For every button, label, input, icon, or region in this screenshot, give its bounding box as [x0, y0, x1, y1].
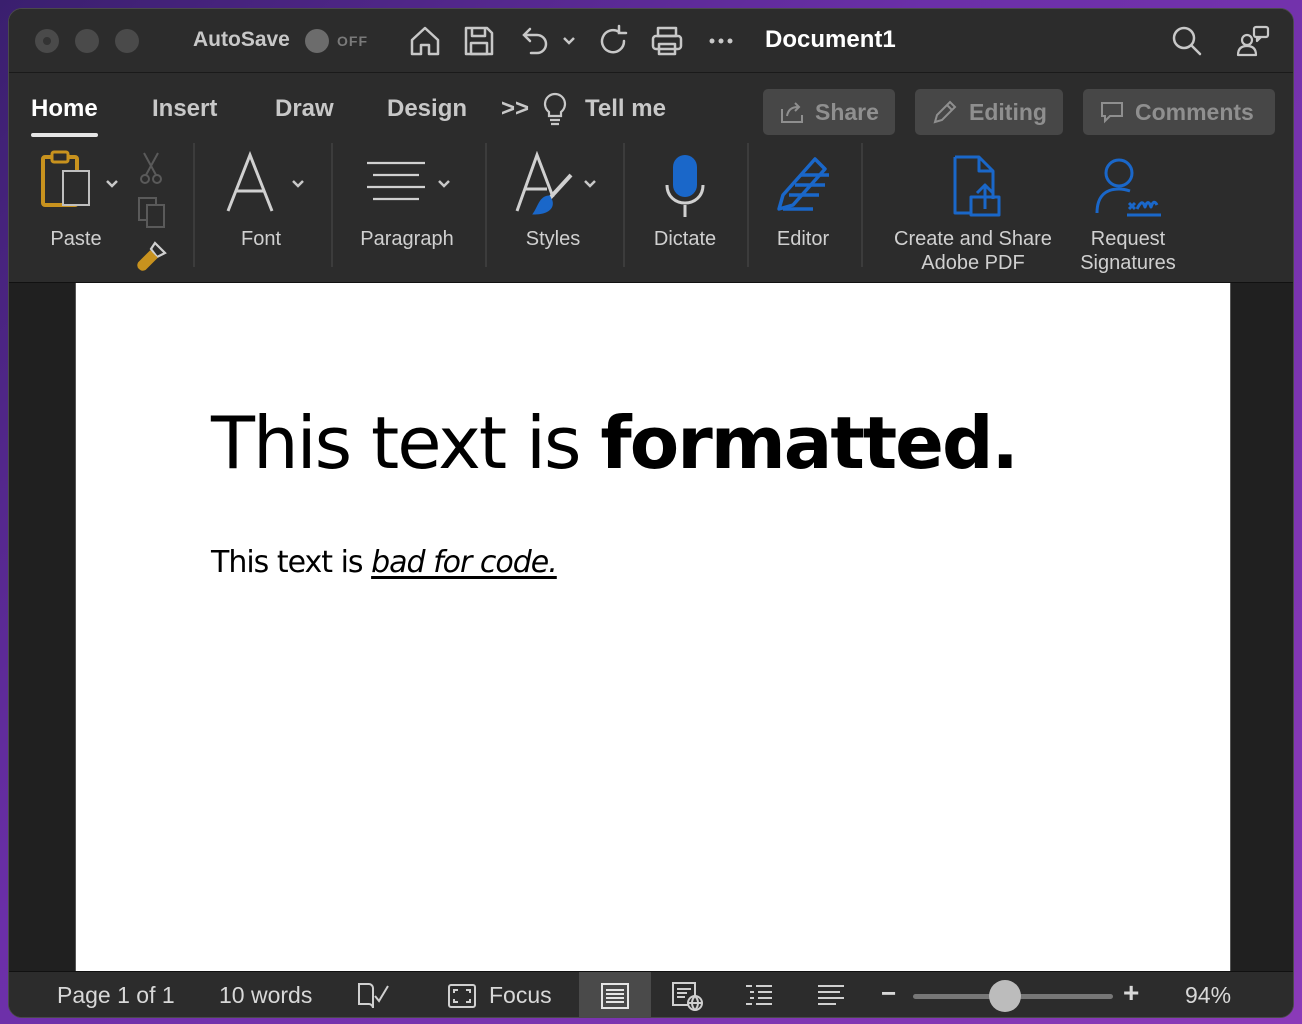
toggle-knob: [305, 29, 329, 53]
share-button[interactable]: Share: [763, 89, 895, 135]
undo-dropdown-chevron-icon[interactable]: [559, 23, 579, 59]
save-icon[interactable]: [461, 23, 497, 59]
undo-icon[interactable]: [515, 23, 551, 59]
ribbon-divider: [747, 143, 749, 267]
share-icon: [781, 102, 803, 123]
print-icon[interactable]: [649, 23, 685, 59]
proofing-book-icon[interactable]: [357, 980, 391, 1012]
heading-text[interactable]: This text is formatted.: [211, 401, 1019, 485]
format-painter-icon[interactable]: [135, 239, 171, 273]
ribbon-divider: [485, 143, 487, 267]
search-icon[interactable]: [1169, 23, 1205, 59]
close-window-button[interactable]: [35, 29, 59, 53]
editor-pen-icon[interactable]: [771, 151, 837, 217]
dictate-label[interactable]: Dictate: [639, 227, 731, 251]
request-signatures-label-2[interactable]: Signatures: [1069, 251, 1187, 275]
ribbon-divider: [193, 143, 195, 267]
copy-icon[interactable]: [135, 195, 169, 229]
styles-label[interactable]: Styles: [513, 227, 593, 251]
word-window: AutoSave OFF Document1 Home Insert Draw …: [8, 8, 1294, 1018]
autosave-state: OFF: [337, 33, 368, 49]
web-layout-view-button[interactable]: [651, 972, 723, 1017]
tell-me-search[interactable]: Tell me: [585, 95, 666, 123]
title-bar: AutoSave OFF Document1: [9, 9, 1293, 73]
create-share-pdf-label-2[interactable]: Adobe PDF: [877, 251, 1069, 275]
paste-clipboard-icon[interactable]: [39, 149, 99, 211]
home-icon[interactable]: [407, 23, 443, 59]
print-layout-view-button[interactable]: [579, 972, 651, 1017]
tab-home[interactable]: Home: [31, 95, 98, 137]
redo-icon[interactable]: [595, 23, 631, 59]
adobe-pdf-share-icon[interactable]: [949, 153, 1005, 219]
request-signatures-icon[interactable]: [1093, 153, 1163, 219]
lightbulb-icon: [541, 91, 569, 127]
document-page[interactable]: This text is formatted. This text is bad…: [75, 283, 1231, 983]
styles-brush-icon[interactable]: [513, 150, 577, 221]
body-paragraph[interactable]: This text is bad for code.: [211, 545, 558, 580]
home-ribbon: Paste Font Paragraph Styles Dictate Edit…: [9, 137, 1293, 283]
focus-icon[interactable]: [447, 982, 477, 1010]
tab-design[interactable]: Design: [387, 95, 467, 123]
page-count[interactable]: Page 1 of 1: [57, 982, 175, 1009]
comments-label: Comments: [1135, 98, 1254, 125]
ribbon-divider: [331, 143, 333, 267]
heading-plain[interactable]: This text is: [211, 401, 600, 485]
focus-label[interactable]: Focus: [489, 982, 552, 1009]
minimize-window-button[interactable]: [75, 29, 99, 53]
account-icon[interactable]: [1235, 23, 1271, 59]
zoom-in-button[interactable]: +: [1123, 977, 1139, 1009]
request-signatures-label-1[interactable]: Request: [1069, 227, 1187, 251]
more-options-icon[interactable]: [703, 23, 739, 59]
editing-mode-button[interactable]: Editing: [915, 89, 1063, 135]
paragraph-label[interactable]: Paragraph: [349, 227, 465, 251]
zoom-percentage[interactable]: 94%: [1185, 982, 1231, 1009]
font-label[interactable]: Font: [221, 227, 301, 251]
cut-scissors-icon[interactable]: [137, 151, 165, 185]
paste-options-chevron-icon[interactable]: [103, 175, 121, 193]
word-count[interactable]: 10 words: [219, 982, 312, 1009]
zoom-slider-knob[interactable]: [989, 980, 1021, 1012]
microphone-icon[interactable]: [663, 151, 707, 221]
comment-icon: [1101, 102, 1123, 124]
tab-insert[interactable]: Insert: [152, 95, 217, 123]
comments-button[interactable]: Comments: [1083, 89, 1275, 135]
styles-chevron-icon[interactable]: [581, 175, 599, 193]
pencil-icon: [933, 100, 957, 124]
document-title: Document1: [765, 26, 896, 53]
document-canvas: This text is formatted. This text is bad…: [9, 283, 1293, 983]
paragraph-chevron-icon[interactable]: [435, 175, 453, 193]
font-chevron-icon[interactable]: [289, 175, 307, 193]
share-label: Share: [815, 98, 879, 125]
paragraph-align-icon[interactable]: [365, 159, 427, 211]
zoom-out-button[interactable]: −: [881, 978, 896, 1009]
editor-label[interactable]: Editor: [763, 227, 843, 251]
status-bar: Page 1 of 1 10 words Focus − + 94%: [9, 971, 1293, 1017]
font-icon[interactable]: [223, 150, 277, 215]
heading-bold[interactable]: formatted.: [600, 401, 1018, 485]
paste-label[interactable]: Paste: [39, 227, 113, 251]
create-share-pdf-label-1[interactable]: Create and Share: [877, 227, 1069, 251]
ribbon-divider: [623, 143, 625, 267]
draft-icon: [818, 985, 844, 1005]
outline-view-button[interactable]: [723, 972, 795, 1017]
draft-view-button[interactable]: [795, 972, 867, 1017]
autosave-label: AutoSave: [193, 28, 290, 51]
body-plain[interactable]: This text is: [211, 545, 371, 580]
tab-draw[interactable]: Draw: [275, 95, 334, 123]
more-tabs-chevron[interactable]: >>: [501, 95, 529, 123]
web-layout-icon: [672, 982, 703, 1011]
outline-icon: [746, 985, 772, 1005]
ribbon-divider: [861, 143, 863, 267]
autosave-toggle[interactable]: OFF: [305, 29, 367, 53]
body-italic-underlined[interactable]: bad for code.: [371, 545, 558, 580]
zoom-window-button[interactable]: [115, 29, 139, 53]
ribbon-tabs: Home Insert Draw Design >> Tell me Share…: [9, 73, 1293, 137]
editing-label: Editing: [969, 98, 1047, 125]
print-layout-icon: [601, 983, 629, 1009]
